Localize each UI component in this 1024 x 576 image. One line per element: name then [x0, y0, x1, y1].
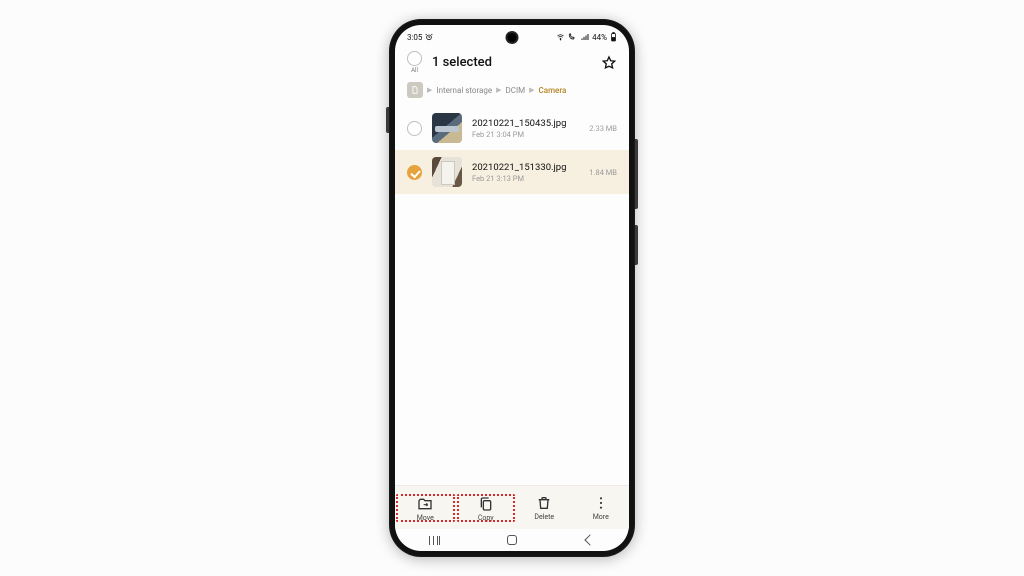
chevron-right-icon: ▶	[496, 86, 501, 94]
volume-button[interactable]	[635, 139, 638, 209]
storage-root-icon[interactable]	[407, 82, 423, 98]
wifi-icon	[556, 33, 565, 41]
power-button[interactable]	[635, 225, 638, 265]
file-size: 1.84 MB	[589, 168, 617, 177]
phone-frame: 3:05 44%	[389, 19, 635, 557]
copy-icon	[478, 496, 494, 512]
volte-icon	[568, 33, 578, 41]
move-label: Move	[417, 514, 434, 522]
file-date: Feb 21 3:13 PM	[472, 174, 573, 183]
home-button[interactable]	[492, 535, 532, 545]
file-checkbox[interactable]	[407, 121, 422, 136]
battery-pct: 44%	[592, 33, 607, 42]
more-label: More	[593, 513, 609, 521]
file-thumbnail[interactable]	[432, 157, 462, 187]
more-vertical-icon	[593, 495, 609, 511]
file-size: 2.33 MB	[589, 124, 617, 133]
file-thumbnail[interactable]	[432, 113, 462, 143]
screen: 3:05 44%	[395, 25, 629, 551]
back-button[interactable]	[570, 536, 610, 544]
file-row[interactable]: 20210221_150435.jpg Feb 21 3:04 PM 2.33 …	[395, 106, 629, 150]
trash-icon	[536, 495, 552, 511]
favorite-button[interactable]	[601, 55, 617, 71]
breadcrumb-item-current[interactable]: Camera	[539, 86, 567, 95]
breadcrumb-item[interactable]: Internal storage	[436, 86, 492, 95]
selection-count: 1 selected	[432, 55, 492, 70]
battery-icon	[610, 32, 617, 42]
delete-button[interactable]: Delete	[516, 495, 573, 521]
breadcrumb[interactable]: ▶ Internal storage ▶ DCIM ▶ Camera	[395, 76, 629, 106]
select-all-checkbox[interactable]	[407, 51, 422, 66]
file-name: 20210221_151330.jpg	[472, 162, 573, 173]
file-date: Feb 21 3:04 PM	[472, 130, 573, 139]
system-nav-bar	[395, 529, 629, 551]
move-button[interactable]: Move	[395, 493, 456, 523]
file-list[interactable]: 20210221_150435.jpg Feb 21 3:04 PM 2.33 …	[395, 106, 629, 485]
signal-icon	[581, 33, 589, 41]
chevron-right-icon: ▶	[427, 86, 432, 94]
file-row[interactable]: 20210221_151330.jpg Feb 21 3:13 PM 1.84 …	[395, 150, 629, 194]
copy-button[interactable]: Copy	[456, 493, 517, 523]
chevron-right-icon: ▶	[529, 86, 534, 94]
clock: 3:05	[407, 33, 422, 42]
more-button[interactable]: More	[573, 495, 630, 521]
alarm-icon	[425, 33, 433, 41]
select-all-button[interactable]: All	[407, 51, 422, 74]
action-bar: Move Copy Delete More	[395, 485, 629, 529]
breadcrumb-item[interactable]: DCIM	[506, 86, 526, 95]
select-all-label: All	[411, 67, 418, 74]
bixby-button[interactable]	[386, 107, 389, 133]
copy-label: Copy	[478, 514, 494, 522]
front-camera	[508, 33, 517, 42]
file-checkbox[interactable]	[407, 165, 422, 180]
selection-header: All 1 selected	[395, 45, 629, 76]
delete-label: Delete	[534, 513, 554, 521]
move-icon	[417, 496, 433, 512]
file-name: 20210221_150435.jpg	[472, 118, 573, 129]
recents-button[interactable]	[414, 536, 454, 545]
